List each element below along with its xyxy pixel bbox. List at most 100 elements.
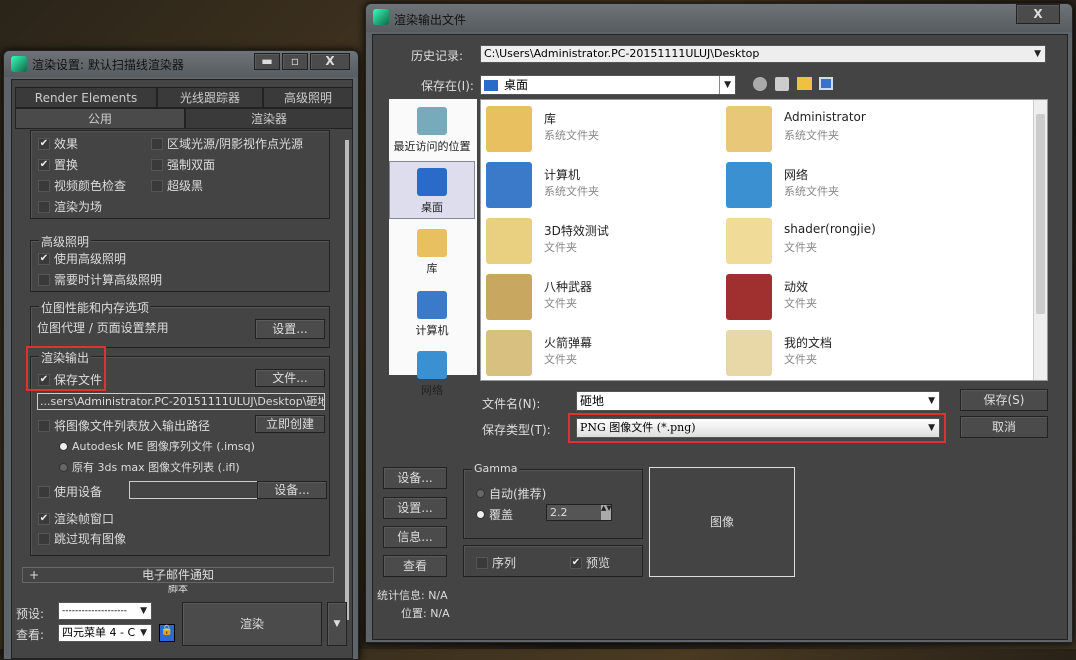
folder-icon	[486, 330, 532, 376]
view-button[interactable]: 查看	[383, 555, 447, 577]
file-name: 动效	[784, 280, 809, 294]
folder-icon	[726, 106, 772, 152]
scrollbar[interactable]	[1033, 100, 1047, 380]
file-type: 文件夹	[544, 297, 577, 310]
close-button[interactable]: X	[1016, 4, 1060, 24]
minimize-button[interactable]: ▬	[254, 53, 280, 70]
info-button[interactable]: 信息...	[383, 526, 447, 548]
file-item[interactable]: 网络 系统文件夹	[726, 160, 956, 212]
network-icon	[417, 351, 447, 379]
bitmap-options-group: 位图性能和内存选项 位图代理 / 页面设置禁用 设置...	[30, 299, 330, 348]
imsq-radio[interactable]: Autodesk ME 图像序列文件 (.imsq)	[59, 438, 255, 454]
scrollbar[interactable]	[345, 140, 349, 620]
desktop-icon	[417, 168, 447, 196]
render-button[interactable]: 渲染	[182, 602, 322, 646]
file-item[interactable]: Administrator 系统文件夹	[726, 104, 956, 156]
place-desktop[interactable]: 桌面	[389, 161, 475, 219]
ifl-radio[interactable]: 原有 3ds max 图像文件列表 (.ifl)	[59, 459, 240, 475]
sequence-group: 序列 ✔ 预览	[463, 545, 643, 577]
video-color-check-checkbox[interactable]: 视频颜色检查	[38, 177, 126, 194]
close-button[interactable]: X	[310, 53, 350, 70]
filename-input[interactable]: 砸地 ▼	[576, 391, 940, 411]
folder-icon	[726, 218, 772, 264]
places-bar: 最近访问的位置 桌面 库 计算机 网络	[389, 99, 477, 397]
tab-common[interactable]: 公用	[15, 108, 185, 129]
super-black-checkbox[interactable]: 超级黑	[151, 177, 203, 194]
highlight-box	[26, 346, 106, 391]
up-folder-icon[interactable]	[775, 77, 789, 91]
force-2sided-checkbox[interactable]: 强制双面	[151, 156, 215, 173]
devices-button[interactable]: 设备...	[257, 481, 327, 499]
script-rollout[interactable]: 脚本	[22, 585, 334, 595]
place-computer[interactable]: 计算机	[389, 291, 475, 338]
file-item[interactable]: 动效 文件夹	[726, 272, 956, 324]
file-item[interactable]: 计算机 系统文件夹	[486, 160, 716, 212]
compute-advanced-lighting-checkbox[interactable]: 需要时计算高级照明	[38, 271, 162, 288]
file-type: 文件夹	[544, 241, 577, 254]
gamma-value-spinner[interactable]: 2.2 ▲▼	[546, 504, 612, 521]
file-item[interactable]: 库系统文件夹	[486, 104, 716, 156]
save-button[interactable]: 保存(S)	[960, 389, 1048, 411]
group-title: 高级照明	[39, 233, 92, 250]
title-bar[interactable]: 渲染设置: 默认扫描线渲染器 ▬ ▫ X	[4, 51, 358, 77]
view-menu-icon[interactable]	[819, 77, 833, 90]
area-lights-checkbox[interactable]: 区域光源/阴影视作点光源	[151, 135, 303, 152]
new-folder-icon[interactable]	[797, 77, 812, 90]
save-in-dropdown[interactable]: 桌面 ▼	[480, 75, 736, 95]
file-item[interactable]: 火箭弹幕 文件夹	[486, 328, 716, 380]
displacement-checkbox[interactable]: ✔ 置换	[38, 156, 78, 173]
email-rollout[interactable]: + 电子邮件通知	[22, 567, 334, 583]
back-icon[interactable]	[753, 77, 767, 91]
rendered-frame-window-checkbox[interactable]: ✔ 渲染帧窗口	[38, 510, 114, 527]
maximize-button[interactable]: ▫	[282, 53, 308, 70]
use-advanced-lighting-checkbox[interactable]: ✔ 使用高级照明	[38, 250, 126, 267]
file-type: 文件夹	[544, 353, 577, 366]
gamma-auto-radio[interactable]: 自动(推荐)	[476, 485, 546, 502]
file-name: 计算机	[544, 168, 581, 182]
use-device-checkbox[interactable]: 使用设备	[38, 483, 102, 500]
tab-advanced-lighting[interactable]: 高级照明	[263, 87, 353, 108]
bitmap-setup-button[interactable]: 设置...	[255, 319, 325, 339]
file-item[interactable]: 八种武器 文件夹	[486, 272, 716, 324]
group-title: Gamma	[472, 462, 520, 475]
setup-button[interactable]: 设置...	[383, 497, 447, 519]
cancel-button[interactable]: 取消	[960, 416, 1048, 438]
place-recent[interactable]: 最近访问的位置	[389, 107, 475, 154]
highlight-box	[568, 413, 946, 443]
devices-button[interactable]: 设备...	[383, 467, 447, 489]
device-field[interactable]	[129, 481, 259, 499]
output-path-field[interactable]: ...sers\Administrator.PC-20151111ULUJ\De…	[37, 393, 325, 410]
render-setup-window: 渲染设置: 默认扫描线渲染器 ▬ ▫ X Render Elements 光线跟…	[3, 50, 359, 660]
save-in-label: 保存在(I):	[421, 79, 474, 93]
file-name: 库	[544, 112, 557, 126]
file-item[interactable]: 3D特效测试 文件夹	[486, 216, 716, 268]
skip-existing-checkbox[interactable]: 跳过现有图像	[38, 530, 126, 547]
history-dropdown[interactable]: C:\Users\Administrator.PC-20151111ULUJ\D…	[480, 45, 1046, 63]
lock-icon[interactable]: 🔒	[159, 624, 175, 642]
view-dropdown[interactable]: 四元菜单 4 - C ▼	[58, 624, 152, 642]
preset-dropdown[interactable]: -------------------- ▼	[58, 602, 152, 620]
preview-checkbox[interactable]: ✔ 预览	[570, 554, 610, 571]
window-title: 渲染设置: 默认扫描线渲染器	[32, 58, 184, 72]
put-image-list-checkbox[interactable]: 将图像文件列表放入输出路径	[38, 417, 210, 434]
tab-raytracer[interactable]: 光线跟踪器	[157, 87, 263, 108]
create-now-button[interactable]: 立即创建	[255, 415, 325, 433]
files-button[interactable]: 文件...	[255, 369, 325, 387]
sequence-checkbox[interactable]: 序列	[476, 554, 516, 571]
place-network[interactable]: 网络	[389, 351, 475, 398]
render-setup-body: Render Elements 光线跟踪器 高级照明 公用 渲染器 ✔ 效果 ✔ 置…	[11, 79, 353, 659]
render-to-fields-checkbox[interactable]: 渲染为场	[38, 198, 102, 215]
file-type: 文件夹	[784, 297, 817, 310]
file-name: 八种武器	[544, 280, 593, 294]
file-item[interactable]: 我的文档 文件夹	[726, 328, 956, 380]
title-bar[interactable]: 渲染输出文件 X	[366, 4, 1072, 32]
desktop-icon	[484, 80, 498, 91]
tab-render-elements[interactable]: Render Elements	[15, 87, 157, 108]
effects-checkbox[interactable]: ✔ 效果	[38, 135, 78, 152]
plus-icon: +	[29, 568, 40, 582]
place-libraries[interactable]: 库	[389, 229, 475, 276]
render-dropdown-button[interactable]: ▼	[327, 602, 347, 646]
file-item[interactable]: shader(rongjie) 文件夹	[726, 216, 956, 268]
gamma-override-radio[interactable]: 覆盖	[476, 506, 513, 523]
tab-renderer[interactable]: 渲染器	[185, 108, 353, 129]
